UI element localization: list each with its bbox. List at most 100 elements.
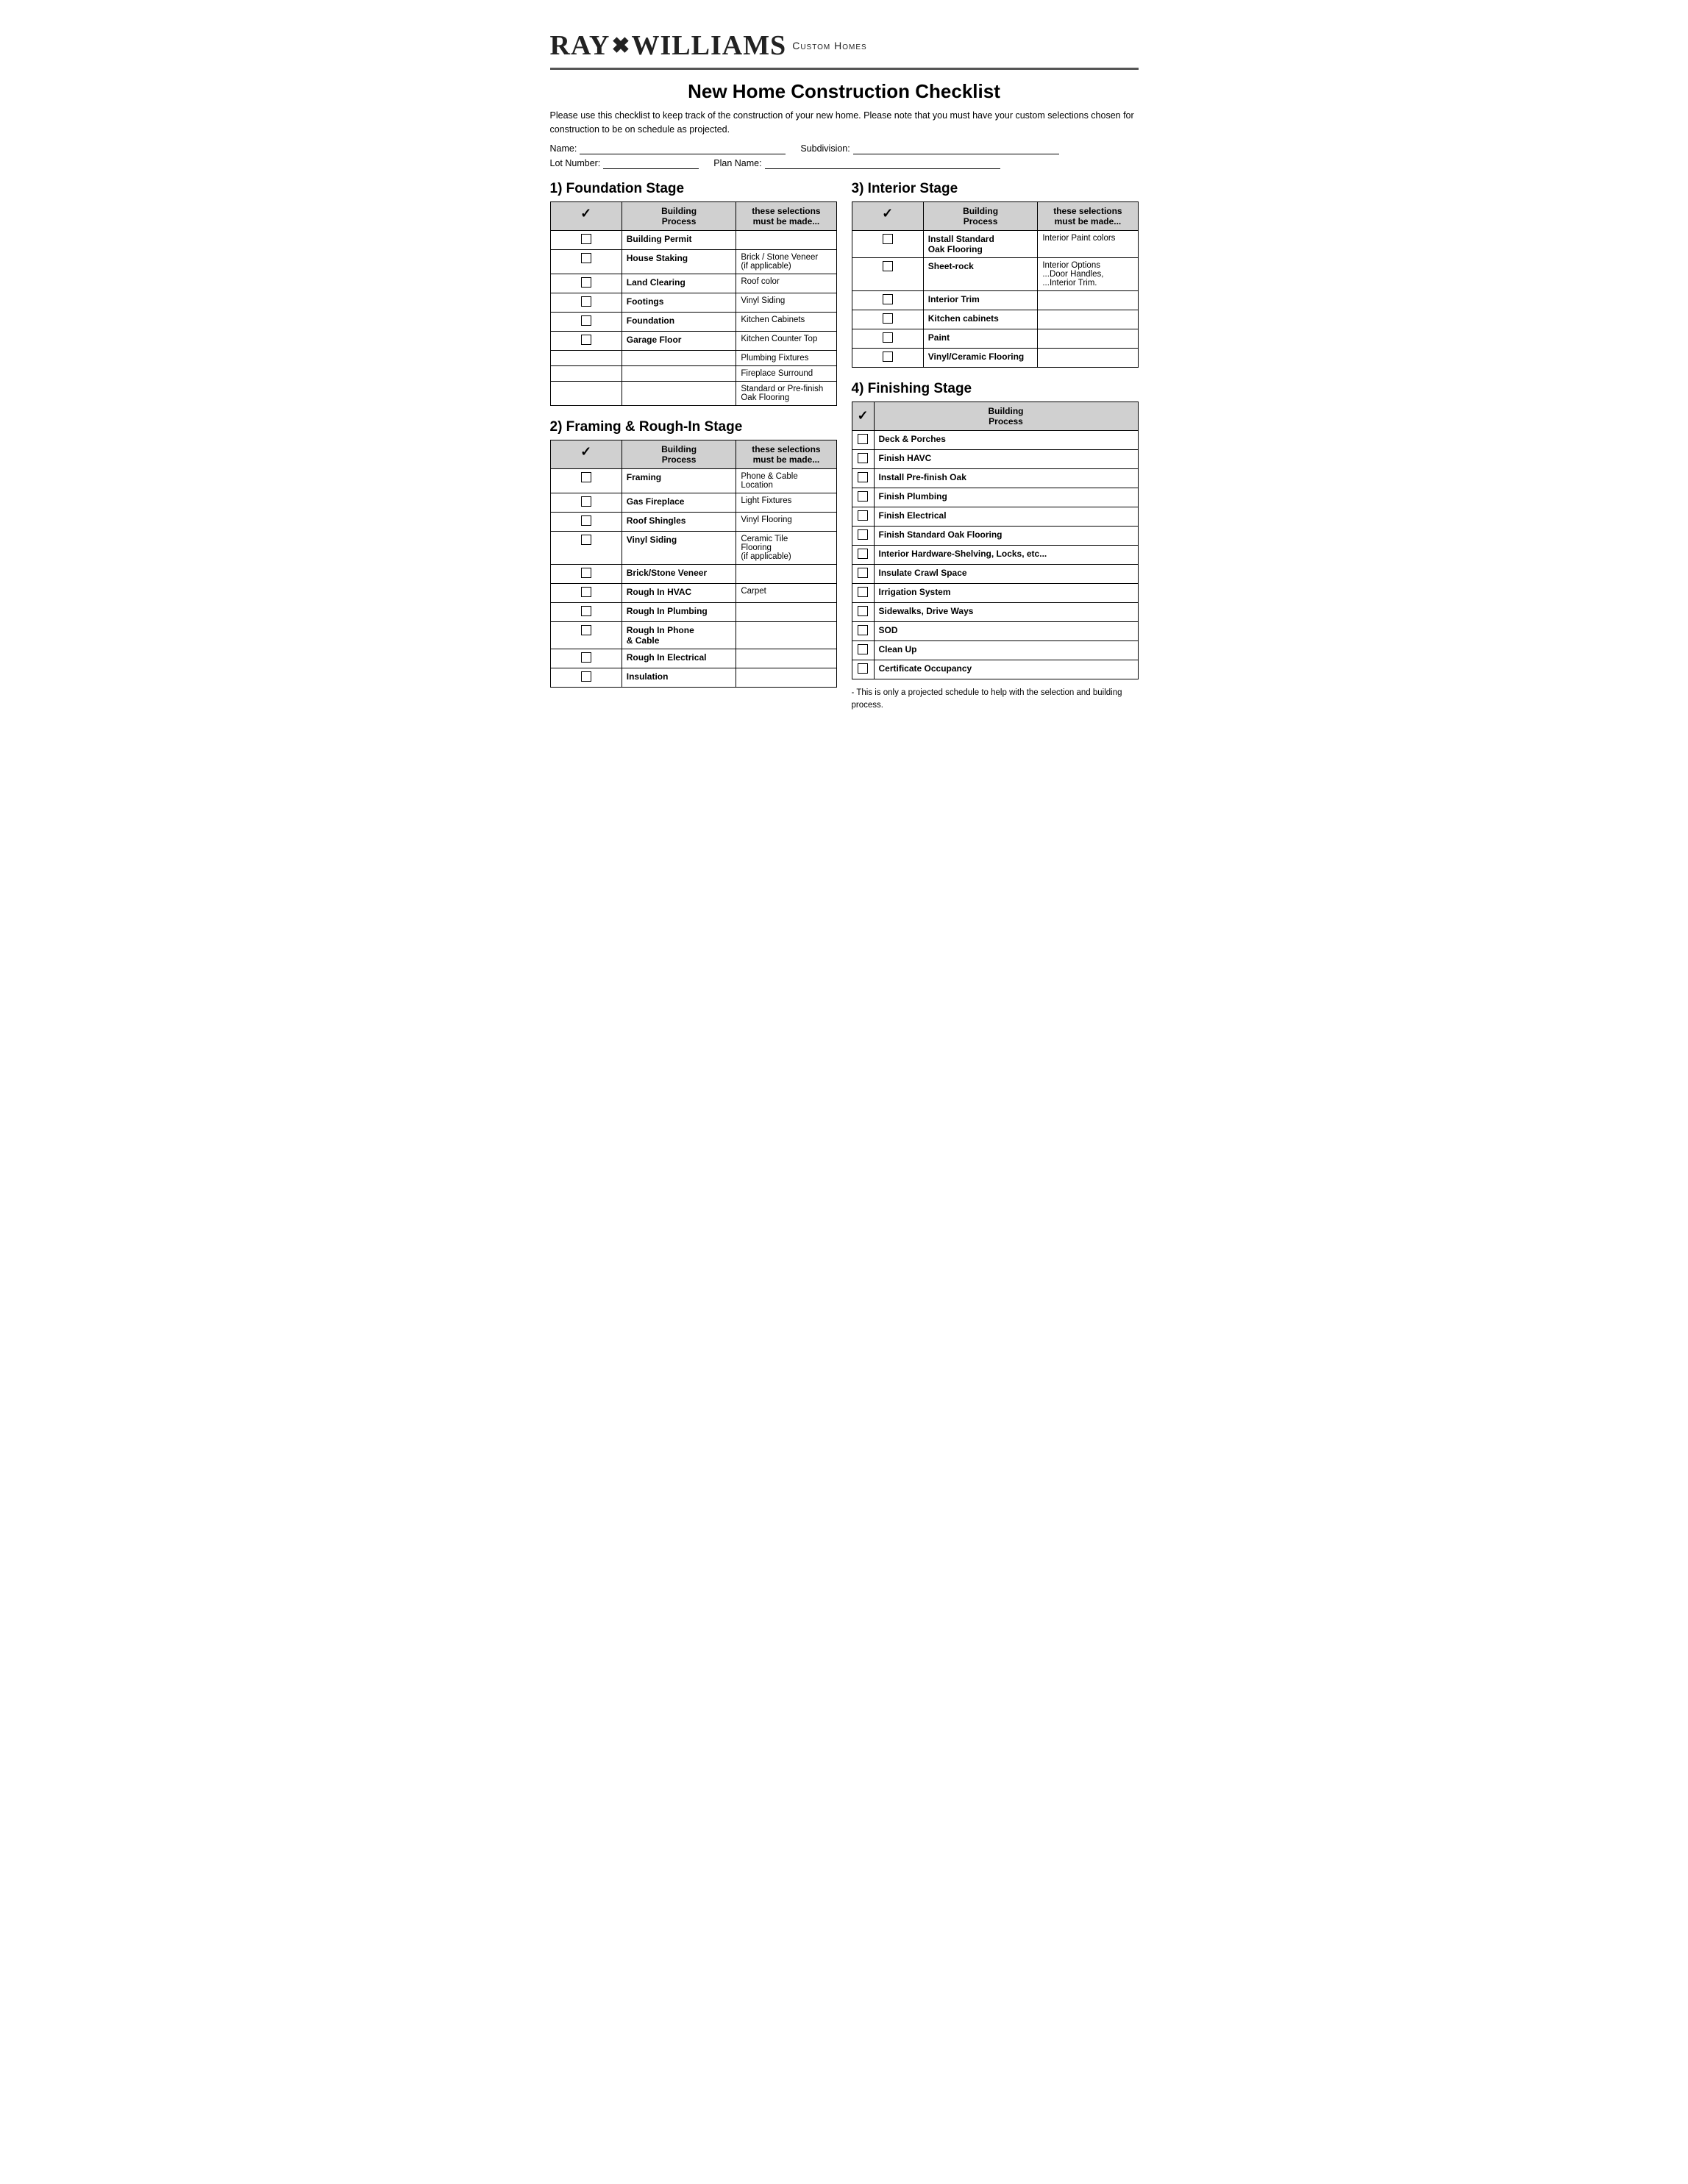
name-input-line[interactable] [580, 143, 786, 154]
table-row: Vinyl/Ceramic Flooring [852, 348, 1138, 367]
process-cell: Certificate Occupancy [874, 660, 1138, 679]
s1-selection-header: these selectionsmust be made... [736, 201, 836, 230]
plan-field: Plan Name: [713, 157, 1000, 169]
checkbox-cell[interactable] [550, 649, 622, 668]
checkbox-cell[interactable] [852, 310, 923, 329]
selection-cell [736, 621, 836, 649]
selection-cell [1038, 348, 1138, 367]
process-cell: Sidewalks, Drive Ways [874, 602, 1138, 621]
lot-input-line[interactable] [603, 157, 699, 169]
checkbox-cell[interactable] [550, 668, 622, 687]
intro-text: Please use this checklist to keep track … [550, 109, 1139, 137]
checkbox-cell[interactable] [852, 545, 874, 564]
section-1-title: 1) Foundation Stage [550, 181, 837, 197]
checkbox-cell[interactable] [852, 526, 874, 545]
checkbox-cell[interactable] [550, 331, 622, 350]
selection-cell [736, 602, 836, 621]
table-row: Rough In Electrical [550, 649, 836, 668]
checkbox-cell[interactable] [550, 531, 622, 564]
checkbox-cell[interactable] [550, 274, 622, 293]
selection-cell: Ceramic TileFlooring(if applicable) [736, 531, 836, 564]
section-2-table: ✓ BuildingProcess these selectionsmust b… [550, 440, 837, 688]
section-4-block: 4) Finishing Stage ✓ BuildingProcess Dec… [852, 381, 1139, 713]
checkbox-cell[interactable] [852, 290, 923, 310]
table-row: Plumbing Fixtures [550, 350, 836, 365]
section-4-table: ✓ BuildingProcess Deck & PorchesFinish H… [852, 402, 1139, 679]
name-field: Name: [550, 143, 786, 154]
s1-process-header: BuildingProcess [622, 201, 736, 230]
section-2-title: 2) Framing & Rough-In Stage [550, 419, 837, 435]
note-text: - This is only a projected schedule to h… [852, 687, 1139, 713]
subdivision-input-line[interactable] [853, 143, 1059, 154]
checkbox-cell[interactable] [550, 468, 622, 493]
checkbox-cell[interactable] [852, 430, 874, 449]
checkbox-cell[interactable] [550, 230, 622, 249]
table-row: Finish Standard Oak Flooring [852, 526, 1138, 545]
checkbox-cell[interactable] [852, 329, 923, 348]
logo-ray: RAY [550, 29, 610, 62]
checkbox-cell[interactable] [550, 564, 622, 583]
process-cell: Gas Fireplace [622, 493, 736, 512]
checkbox-cell[interactable] [550, 293, 622, 312]
checkbox-cell[interactable] [852, 507, 874, 526]
selection-cell: Light Fixtures [736, 493, 836, 512]
table-row: Kitchen cabinets [852, 310, 1138, 329]
process-cell: Rough In Phone& Cable [622, 621, 736, 649]
s3-check-header: ✓ [852, 201, 923, 230]
process-cell: SOD [874, 621, 1138, 640]
checkbox-cell[interactable] [550, 493, 622, 512]
table-row: Clean Up [852, 640, 1138, 660]
checkbox-cell[interactable] [550, 602, 622, 621]
checkbox-cell[interactable] [550, 583, 622, 602]
process-cell: Paint [923, 329, 1038, 348]
checkbox-cell[interactable] [852, 348, 923, 367]
table-row: Gas FireplaceLight Fixtures [550, 493, 836, 512]
checkbox-cell[interactable] [852, 564, 874, 583]
process-cell: Foundation [622, 312, 736, 331]
checkbox-cell[interactable] [852, 449, 874, 468]
section-1-block: 1) Foundation Stage ✓ BuildingProcess th… [550, 181, 837, 406]
checkbox-cell[interactable] [852, 602, 874, 621]
table-row: Install Pre-finish Oak [852, 468, 1138, 488]
process-cell: Vinyl/Ceramic Flooring [923, 348, 1038, 367]
process-cell: Sheet-rock [923, 257, 1038, 290]
selection-cell: Kitchen Counter Top [736, 331, 836, 350]
checkbox-cell[interactable] [852, 583, 874, 602]
s4-process-header: BuildingProcess [874, 402, 1138, 430]
checkbox-cell[interactable] [852, 488, 874, 507]
checkbox-cell[interactable] [852, 257, 923, 290]
selection-cell [1038, 329, 1138, 348]
checkbox-cell[interactable] [852, 640, 874, 660]
form-row-2: Lot Number: Plan Name: [550, 157, 1139, 169]
checkbox-cell[interactable] [550, 249, 622, 274]
process-cell: Interior Hardware-Shelving, Locks, etc..… [874, 545, 1138, 564]
s2-process-header: BuildingProcess [622, 440, 736, 468]
checkbox-cell[interactable] [852, 660, 874, 679]
table-row: Rough In HVACCarpet [550, 583, 836, 602]
process-cell: Finish Plumbing [874, 488, 1138, 507]
right-column: 3) Interior Stage ✓ BuildingProcess thes… [852, 181, 1139, 726]
table-row: Fireplace Surround [550, 365, 836, 381]
logo-star: ✖ [611, 33, 630, 59]
plan-input-line[interactable] [765, 157, 1000, 169]
page-title: New Home Construction Checklist [550, 80, 1139, 103]
table-row: Deck & Porches [852, 430, 1138, 449]
table-row: SOD [852, 621, 1138, 640]
checkbox-cell[interactable] [550, 312, 622, 331]
table-row: Certificate Occupancy [852, 660, 1138, 679]
table-row: Insulate Crawl Space [852, 564, 1138, 583]
checkbox-cell[interactable] [550, 512, 622, 531]
table-row: Irrigation System [852, 583, 1138, 602]
checkbox-cell[interactable] [852, 621, 874, 640]
table-row: House StakingBrick / Stone Veneer(if app… [550, 249, 836, 274]
process-cell: Footings [622, 293, 736, 312]
form-fields: Name: Subdivision: Lot Number: Plan Name… [550, 143, 1139, 169]
checkbox-cell[interactable] [852, 230, 923, 257]
selection-cell: Kitchen Cabinets [736, 312, 836, 331]
checkbox-cell[interactable] [852, 468, 874, 488]
process-cell: Land Clearing [622, 274, 736, 293]
selection-cell [736, 564, 836, 583]
lot-field: Lot Number: [550, 157, 699, 169]
process-cell: Install Pre-finish Oak [874, 468, 1138, 488]
checkbox-cell[interactable] [550, 621, 622, 649]
